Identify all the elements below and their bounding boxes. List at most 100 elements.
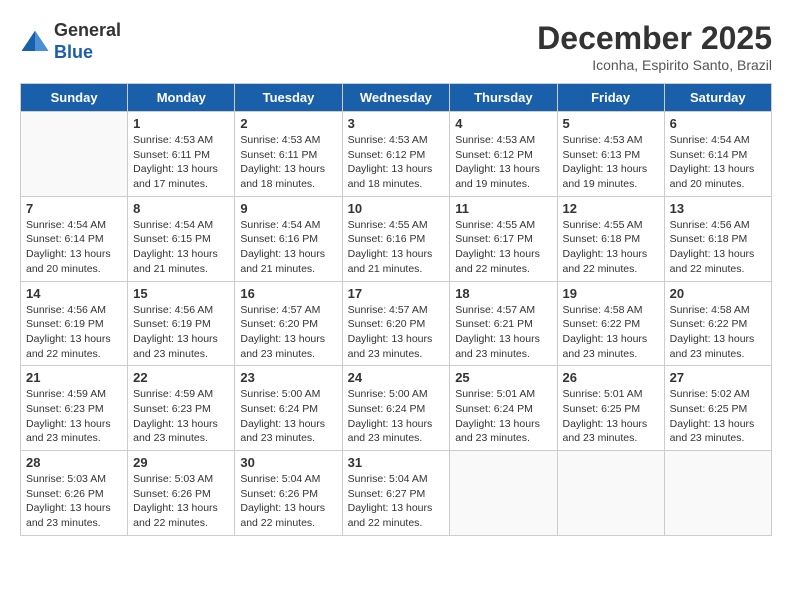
cell-content: Sunrise: 4:55 AMSunset: 6:18 PMDaylight:… (563, 218, 659, 277)
calendar-cell: 24Sunrise: 5:00 AMSunset: 6:24 PMDayligh… (342, 366, 450, 451)
cell-content: Sunrise: 4:54 AMSunset: 6:14 PMDaylight:… (670, 133, 766, 192)
day-number: 10 (348, 201, 445, 216)
day-number: 4 (455, 116, 551, 131)
calendar-week-5: 28 Sunrise: 5:03 AMSunset: 6:26 PMDayligh… (21, 451, 772, 536)
cell-content: Sunrise: 5:00 AMSunset: 6:24 PMDaylight:… (240, 387, 336, 446)
cell-content: Sunrise: 4:55 AMSunset: 6:16 PMDaylight:… (348, 218, 445, 277)
calendar-table: SundayMondayTuesdayWednesdayThursdayFrid… (20, 83, 772, 536)
cell-content: Sunrise: 4:57 AMSunset: 6:20 PMDaylight:… (240, 303, 336, 362)
day-number: 3 (348, 116, 445, 131)
day-number: 21 (26, 370, 122, 385)
day-number: 5 (563, 116, 659, 131)
day-number: 2 (240, 116, 336, 131)
calendar-cell: 29Sunrise: 5:03 AMSunset: 6:26 PMDayligh… (128, 451, 235, 536)
day-header-thursday: Thursday (450, 84, 557, 112)
cell-content: Sunrise: 4:59 AMSunset: 6:23 PMDaylight:… (133, 387, 229, 446)
day-number: 9 (240, 201, 336, 216)
cell-content: Sunrise: 4:54 AMSunset: 6:14 PMDaylight:… (26, 218, 122, 277)
day-header-tuesday: Tuesday (235, 84, 342, 112)
calendar-cell: 20Sunrise: 4:58 AMSunset: 6:22 PMDayligh… (664, 281, 771, 366)
logo-line2: Blue (54, 42, 121, 64)
day-number: 25 (455, 370, 551, 385)
calendar-cell (21, 112, 128, 197)
calendar-cell: 13 Sunrise: 4:56 AMSunset: 6:18 PMDayligh… (664, 196, 771, 281)
cell-content: Sunrise: 4:57 AMSunset: 6:21 PMDaylight:… (455, 303, 551, 362)
title-block: December 2025 Iconha, Espirito Santo, Br… (537, 20, 772, 73)
cell-content: Sunrise: 5:01 AMSunset: 6:25 PMDaylight:… (563, 387, 659, 446)
day-number: 1 (133, 116, 229, 131)
day-number: 19 (563, 286, 659, 301)
calendar-cell: 30Sunrise: 5:04 AMSunset: 6:26 PMDayligh… (235, 451, 342, 536)
calendar-cell: 2 Sunrise: 4:53 AMSunset: 6:11 PMDaylight… (235, 112, 342, 197)
calendar-week-2: 7 Sunrise: 4:54 AMSunset: 6:14 PMDaylight… (21, 196, 772, 281)
day-number: 15 (133, 286, 229, 301)
day-number: 7 (26, 201, 122, 216)
cell-content: Sunrise: 4:57 AMSunset: 6:20 PMDaylight:… (348, 303, 445, 362)
day-header-friday: Friday (557, 84, 664, 112)
calendar-cell: 9 Sunrise: 4:54 AMSunset: 6:16 PMDaylight… (235, 196, 342, 281)
logo: General Blue (20, 20, 121, 63)
cell-content: Sunrise: 4:54 AMSunset: 6:15 PMDaylight:… (133, 218, 229, 277)
calendar-cell: 18 Sunrise: 4:57 AMSunset: 6:21 PMDayligh… (450, 281, 557, 366)
day-header-monday: Monday (128, 84, 235, 112)
cell-content: Sunrise: 4:56 AMSunset: 6:18 PMDaylight:… (670, 218, 766, 277)
subtitle: Iconha, Espirito Santo, Brazil (537, 57, 772, 73)
calendar-cell: 14 Sunrise: 4:56 AMSunset: 6:19 PMDayligh… (21, 281, 128, 366)
day-number: 14 (26, 286, 122, 301)
cell-content: Sunrise: 5:03 AMSunset: 6:26 PMDaylight:… (26, 472, 122, 531)
day-number: 20 (670, 286, 766, 301)
day-header-sunday: Sunday (21, 84, 128, 112)
cell-content: Sunrise: 4:53 AMSunset: 6:12 PMDaylight:… (348, 133, 445, 192)
day-number: 23 (240, 370, 336, 385)
day-number: 28 (26, 455, 122, 470)
calendar-cell: 3 Sunrise: 4:53 AMSunset: 6:12 PMDaylight… (342, 112, 450, 197)
month-title: December 2025 (537, 20, 772, 57)
cell-content: Sunrise: 4:53 AMSunset: 6:11 PMDaylight:… (133, 133, 229, 192)
cell-content: Sunrise: 5:04 AMSunset: 6:26 PMDaylight:… (240, 472, 336, 531)
calendar-cell: 28 Sunrise: 5:03 AMSunset: 6:26 PMDayligh… (21, 451, 128, 536)
calendar-cell: 16 Sunrise: 4:57 AMSunset: 6:20 PMDayligh… (235, 281, 342, 366)
cell-content: Sunrise: 4:53 AMSunset: 6:13 PMDaylight:… (563, 133, 659, 192)
day-number: 26 (563, 370, 659, 385)
calendar-cell: 6 Sunrise: 4:54 AMSunset: 6:14 PMDaylight… (664, 112, 771, 197)
calendar-cell: 25 Sunrise: 5:01 AMSunset: 6:24 PMDayligh… (450, 366, 557, 451)
calendar-week-1: 1 Sunrise: 4:53 AMSunset: 6:11 PMDaylight… (21, 112, 772, 197)
logo-icon (20, 27, 50, 57)
calendar-cell: 15 Sunrise: 4:56 AMSunset: 6:19 PMDayligh… (128, 281, 235, 366)
cell-content: Sunrise: 4:56 AMSunset: 6:19 PMDaylight:… (26, 303, 122, 362)
calendar-cell: 27Sunrise: 5:02 AMSunset: 6:25 PMDayligh… (664, 366, 771, 451)
calendar-cell: 21Sunrise: 4:59 AMSunset: 6:23 PMDayligh… (21, 366, 128, 451)
calendar-cell: 26 Sunrise: 5:01 AMSunset: 6:25 PMDayligh… (557, 366, 664, 451)
calendar-cell: 11Sunrise: 4:55 AMSunset: 6:17 PMDayligh… (450, 196, 557, 281)
cell-content: Sunrise: 5:00 AMSunset: 6:24 PMDaylight:… (348, 387, 445, 446)
calendar-header-row: SundayMondayTuesdayWednesdayThursdayFrid… (21, 84, 772, 112)
cell-content: Sunrise: 4:53 AMSunset: 6:11 PMDaylight:… (240, 133, 336, 192)
calendar-cell: 19Sunrise: 4:58 AMSunset: 6:22 PMDayligh… (557, 281, 664, 366)
day-number: 31 (348, 455, 445, 470)
day-header-saturday: Saturday (664, 84, 771, 112)
logo-line1: General (54, 20, 121, 42)
day-number: 22 (133, 370, 229, 385)
cell-content: Sunrise: 4:54 AMSunset: 6:16 PMDaylight:… (240, 218, 336, 277)
calendar-week-3: 14 Sunrise: 4:56 AMSunset: 6:19 PMDayligh… (21, 281, 772, 366)
calendar-cell: 7 Sunrise: 4:54 AMSunset: 6:14 PMDaylight… (21, 196, 128, 281)
cell-content: Sunrise: 5:02 AMSunset: 6:25 PMDaylight:… (670, 387, 766, 446)
calendar-cell: 8 Sunrise: 4:54 AMSunset: 6:15 PMDaylight… (128, 196, 235, 281)
cell-content: Sunrise: 5:04 AMSunset: 6:27 PMDaylight:… (348, 472, 445, 531)
cell-content: Sunrise: 4:56 AMSunset: 6:19 PMDaylight:… (133, 303, 229, 362)
day-number: 13 (670, 201, 766, 216)
day-number: 18 (455, 286, 551, 301)
page-header: General Blue December 2025 Iconha, Espir… (20, 20, 772, 73)
day-number: 17 (348, 286, 445, 301)
cell-content: Sunrise: 5:01 AMSunset: 6:24 PMDaylight:… (455, 387, 551, 446)
day-number: 8 (133, 201, 229, 216)
day-number: 16 (240, 286, 336, 301)
calendar-cell (450, 451, 557, 536)
calendar-cell: 5 Sunrise: 4:53 AMSunset: 6:13 PMDaylight… (557, 112, 664, 197)
day-number: 6 (670, 116, 766, 131)
calendar-cell: 22 Sunrise: 4:59 AMSunset: 6:23 PMDayligh… (128, 366, 235, 451)
calendar-cell (557, 451, 664, 536)
calendar-cell: 31 Sunrise: 5:04 AMSunset: 6:27 PMDayligh… (342, 451, 450, 536)
day-header-wednesday: Wednesday (342, 84, 450, 112)
calendar-cell: 4Sunrise: 4:53 AMSunset: 6:12 PMDaylight… (450, 112, 557, 197)
